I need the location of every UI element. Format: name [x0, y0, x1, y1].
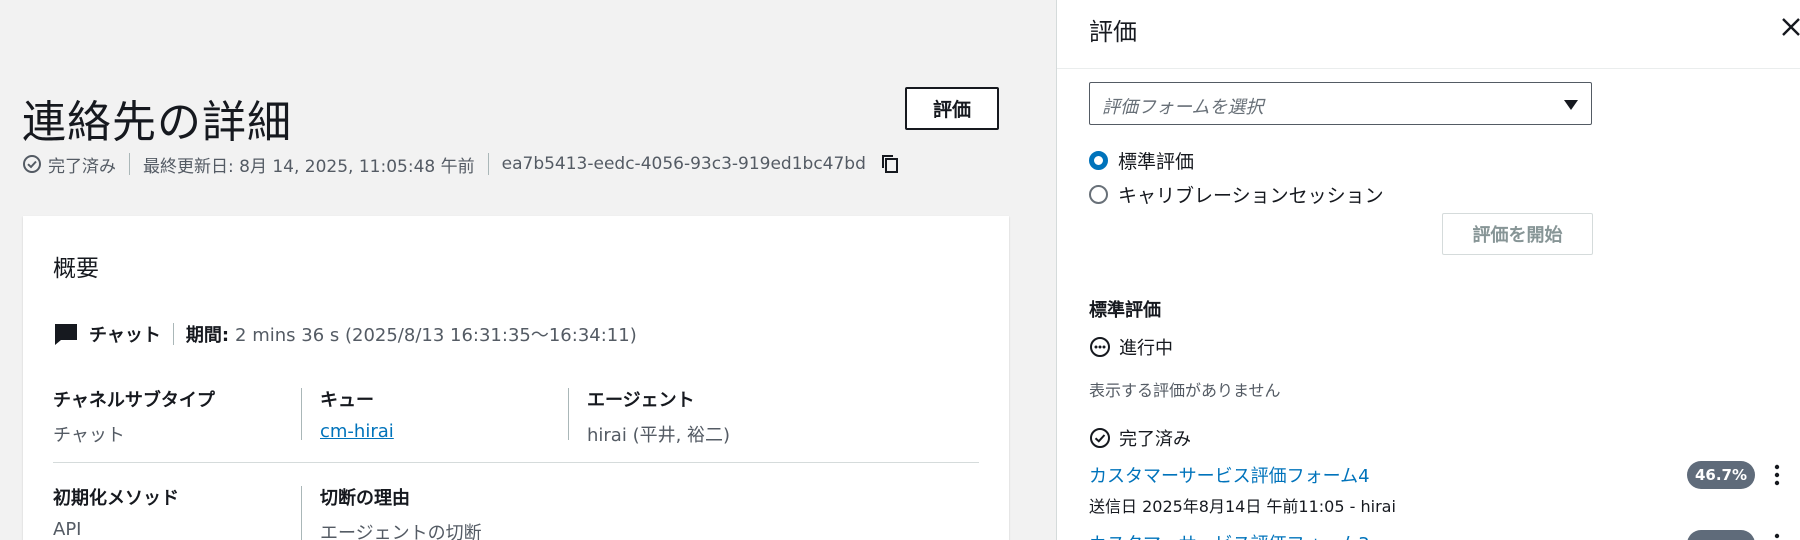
- queue-link[interactable]: cm-hirai: [320, 421, 394, 442]
- duration-label: 期間:: [185, 325, 230, 346]
- divider: [1057, 68, 1800, 69]
- overview-title: 概要: [53, 256, 99, 282]
- field-value: エージェントの切断: [320, 523, 482, 540]
- divider: [129, 153, 130, 175]
- start-evaluation-button[interactable]: 評価を開始: [1442, 213, 1593, 255]
- queue-link-text[interactable]: cm-hirai: [320, 421, 394, 442]
- channel-type: チャット: [89, 325, 161, 346]
- overview-card: 概要 チャット 期間: 2 mins 36 s (2025/8/13 16:31…: [23, 216, 1009, 540]
- caret-down-icon: [1563, 99, 1579, 111]
- evaluation-result-link[interactable]: カスタマーサービス評価フォーム3: [1089, 530, 1370, 540]
- divider: [172, 323, 174, 345]
- divider: [568, 388, 569, 440]
- score-badge: [1687, 530, 1755, 540]
- evaluation-result-meta: 送信日 2025年8月14日 午前11:05 - hirai: [1089, 497, 1396, 516]
- evaluation-result-link[interactable]: カスタマーサービス評価フォーム4: [1089, 462, 1370, 488]
- more-vertical-icon[interactable]: [1772, 532, 1782, 540]
- radio-button-selected[interactable]: [1089, 151, 1108, 170]
- score-badge: 46.7%: [1687, 461, 1755, 489]
- close-icon[interactable]: [1777, 13, 1800, 41]
- copy-icon[interactable]: [880, 153, 900, 175]
- radio-label: キャリブレーションセッション: [1118, 185, 1384, 207]
- contact-id: ea7b5413-eedc-4056-93c3-919ed1bc47bd: [501, 154, 866, 174]
- main-content: 連絡先の詳細 評価 完了済み 最終更新日: 8月 14, 2025, 11:05…: [0, 0, 1056, 540]
- field-init-method: 初期化メソッド API: [53, 484, 179, 540]
- field-label: チャネルサブタイプ: [53, 390, 215, 411]
- page-title: 連絡先の詳細: [22, 97, 292, 148]
- empty-message: 表示する評価がありません: [1089, 381, 1281, 400]
- field-agent: エージェント hirai (平井, 裕二): [587, 386, 730, 447]
- field-value: チャット: [53, 425, 125, 446]
- radio-label: 標準評価: [1118, 151, 1195, 173]
- section-heading: 標準評価: [1089, 300, 1161, 321]
- evaluate-button[interactable]: 評価: [905, 87, 999, 130]
- last-updated: 最終更新日: 8月 14, 2025, 11:05:48 午前: [143, 156, 475, 177]
- divider: [301, 388, 302, 440]
- more-vertical-icon[interactable]: [1772, 463, 1782, 487]
- radio-standard-evaluation[interactable]: 標準評価: [1089, 147, 1194, 174]
- select-placeholder: 評価フォームを選択: [1102, 97, 1264, 118]
- field-value: API: [53, 519, 82, 540]
- in-progress-status: 進行中: [1089, 334, 1173, 360]
- divider: [301, 486, 302, 540]
- in-progress-label: 進行中: [1119, 338, 1173, 359]
- field-disconnect-reason: 切断の理由 エージェントの切断: [320, 484, 482, 540]
- radio-button[interactable]: [1089, 185, 1108, 204]
- radio-calibration-session[interactable]: キャリブレーションセッション: [1089, 181, 1384, 208]
- evaluation-form-select[interactable]: 評価フォームを選択: [1089, 82, 1592, 125]
- check-circle-icon: [22, 154, 42, 174]
- field-label: 初期化メソッド: [53, 488, 179, 509]
- check-circle-icon: [1089, 427, 1111, 449]
- contact-meta: 完了済み 最終更新日: 8月 14, 2025, 11:05:48 午前 ea7…: [22, 152, 900, 177]
- completed-status: 完了済み: [1089, 425, 1191, 451]
- in-progress-icon: [1089, 336, 1111, 358]
- field-label: 切断の理由: [320, 488, 410, 509]
- contact-status: 完了済み: [48, 156, 116, 177]
- field-value: hirai (平井, 裕二): [587, 425, 731, 446]
- completed-label: 完了済み: [1119, 429, 1191, 450]
- duration-value: 2 mins 36 s (2025/8/13 16:31:35～16:34:11…: [235, 325, 637, 346]
- channel-row: チャット 期間: 2 mins 36 s (2025/8/13 16:31:35…: [53, 320, 637, 348]
- panel-title: 評価: [1089, 18, 1137, 46]
- divider: [53, 462, 979, 463]
- field-label: キュー: [320, 390, 374, 411]
- field-label: エージェント: [587, 390, 695, 411]
- field-queue: キュー cm-hirai: [320, 386, 394, 442]
- evaluation-panel: 評価 評価フォームを選択 標準評価 キャリブレーションセッション 評価を開始 標…: [1056, 0, 1800, 540]
- chat-icon: [53, 322, 79, 346]
- field-channel-subtype: チャネルサブタイプ チャット: [53, 386, 215, 447]
- divider: [487, 153, 489, 175]
